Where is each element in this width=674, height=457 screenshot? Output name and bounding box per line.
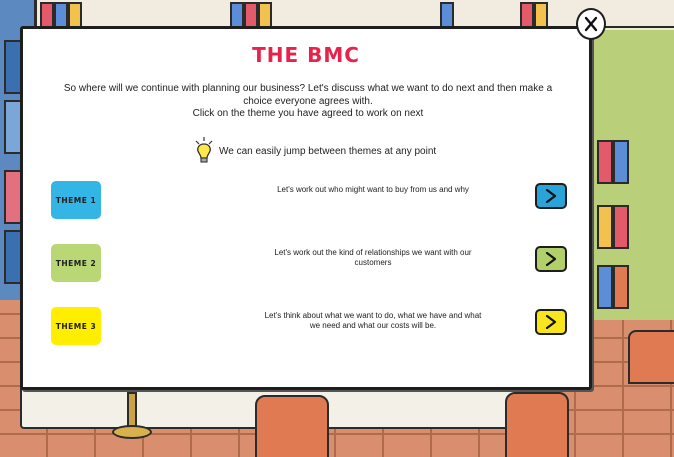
right-bookshelf [586,30,674,320]
theme-2-button[interactable]: THEME 2 [51,244,101,282]
dialog-title: THE BMC [252,43,360,67]
book [244,2,258,28]
book [613,265,629,309]
theme-1-description: Let's work out who might want to buy fro… [277,185,469,194]
book [597,265,613,309]
bmc-dialog: THE BMC So where will we continue with p… [20,26,592,390]
chevron-right-icon [545,252,557,266]
chevron-right-icon [545,189,557,203]
intro-text: So where will we continue with planning … [53,83,563,121]
intro-line: So where will we continue with planning … [63,83,553,94]
chair [628,330,674,384]
book [613,205,629,249]
lamp-base [112,425,152,439]
intro-line: Click on the theme you have agreed to wo… [192,108,424,119]
intro-line: choice everyone agrees with. [243,95,373,107]
tip-text: We can easily jump between themes at any… [219,145,437,157]
book [613,140,629,184]
chair [505,392,569,457]
book [230,2,244,28]
theme-2-label: THEME 2 [55,258,97,268]
theme-3-description: Let's think about what we want to do, wh… [264,311,482,330]
theme-3-label: THEME 3 [55,321,97,331]
theme-1-button[interactable]: THEME 1 [51,181,101,219]
theme-2-description: Let's work out the kind of relationships… [274,248,472,267]
book [68,2,82,28]
top-bookshelf [0,0,674,28]
book [597,140,613,184]
chevron-right-icon [545,315,557,329]
close-icon [584,16,598,32]
chair [255,395,329,457]
book [40,2,54,28]
theme-1-label: THEME 1 [55,195,97,205]
book [258,2,272,28]
theme-3-button[interactable]: THEME 3 [51,307,101,345]
book [520,2,534,28]
theme-1-go-button[interactable] [535,183,567,209]
close-button[interactable] [576,8,606,40]
theme-2-go-button[interactable] [535,246,567,272]
book [440,2,454,28]
book [534,2,548,28]
lightbulb-icon [195,137,213,163]
book [54,2,68,28]
theme-3-go-button[interactable] [535,309,567,335]
tip: We can easily jump between themes at any… [193,136,473,166]
book [597,205,613,249]
